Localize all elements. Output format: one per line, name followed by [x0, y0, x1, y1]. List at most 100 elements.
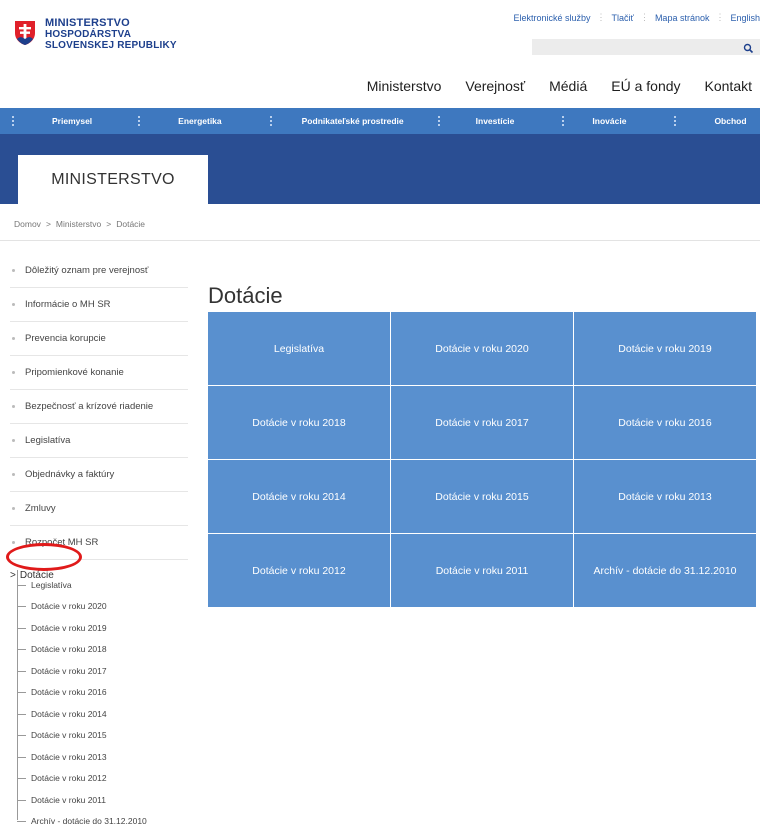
bullet-icon — [12, 405, 15, 408]
sidebar-item-prevencia[interactable]: Prevencia korupcie — [10, 322, 188, 356]
sidebar: Dôležitý oznam pre verejnosť Informácie … — [0, 254, 188, 590]
bullet-icon — [12, 507, 15, 510]
dots-separator-icon — [12, 116, 14, 126]
sidebar-item-oznam[interactable]: Dôležitý oznam pre verejnosť — [10, 254, 188, 288]
search-icon[interactable] — [743, 41, 754, 52]
nav-eu-fondy[interactable]: EÚ a fondy — [611, 78, 680, 94]
link-english[interactable]: English — [730, 13, 760, 23]
breadcrumb-current: Dotácie — [116, 219, 145, 229]
subtree-label: Dotácie v roku 2016 — [31, 687, 107, 697]
tile-2012[interactable]: Dotácie v roku 2012 — [208, 534, 390, 607]
bullet-icon — [12, 473, 15, 476]
subnav-item-inovacie[interactable]: Inovácie — [550, 108, 662, 134]
tree-branch — [17, 778, 26, 779]
sidebar-item-objednavky[interactable]: Objednávky a faktúry — [10, 458, 188, 492]
search-input[interactable] — [532, 41, 740, 57]
tree-branch — [17, 692, 26, 693]
subnav-item-podnikatelske[interactable]: Podnikateľské prostredie — [258, 108, 426, 134]
tile-2016[interactable]: Dotácie v roku 2016 — [574, 386, 756, 459]
tile-archiv[interactable]: Archív - dotácie do 31.12.2010 — [574, 534, 756, 607]
logo-line-1: MINISTERSTVO — [45, 18, 177, 29]
subnav-label: Obchod — [714, 116, 746, 126]
tree-branch — [17, 585, 26, 586]
tile-2013[interactable]: Dotácie v roku 2013 — [574, 460, 756, 533]
subtree-label: Dotácie v roku 2014 — [31, 709, 107, 719]
bullet-icon — [12, 439, 15, 442]
nav-verejnost[interactable]: Verejnosť — [465, 78, 525, 94]
sidebar-item-label: Prevencia korupcie — [25, 333, 106, 344]
subnav-label: Priemysel — [52, 116, 92, 126]
tile-2020[interactable]: Dotácie v roku 2020 — [391, 312, 573, 385]
subnav-item-obchod[interactable]: Obchod — [662, 108, 760, 134]
subtree-item-2015[interactable]: Dotácie v roku 2015 — [17, 725, 197, 747]
breadcrumb-ministerstvo[interactable]: Ministerstvo — [56, 219, 101, 229]
bullet-icon — [12, 269, 15, 272]
subtree-item-legislativa[interactable]: Legislatíva — [17, 574, 197, 596]
main-nav: Ministerstvo Verejnosť Médiá EÚ a fondy … — [343, 78, 752, 94]
tile-2018[interactable]: Dotácie v roku 2018 — [208, 386, 390, 459]
subtree-item-2014[interactable]: Dotácie v roku 2014 — [17, 703, 197, 725]
nav-ministerstvo[interactable]: Ministerstvo — [367, 78, 442, 94]
sidebar-item-legislativa[interactable]: Legislatíva — [10, 424, 188, 458]
subtree-item-2013[interactable]: Dotácie v roku 2013 — [17, 746, 197, 768]
sidebar-item-bezpecnost[interactable]: Bezpečnosť a krízové riadenie — [10, 390, 188, 424]
sidebar-item-informacie[interactable]: Informácie o MH SR — [10, 288, 188, 322]
bullet-icon — [12, 541, 15, 544]
sidebar-item-pripomienkove[interactable]: Pripomienkové konanie — [10, 356, 188, 390]
subtree-item-archiv[interactable]: Archív - dotácie do 31.12.2010 — [17, 811, 197, 832]
tile-2014[interactable]: Dotácie v roku 2014 — [208, 460, 390, 533]
subtree-item-2020[interactable]: Dotácie v roku 2020 — [17, 596, 197, 618]
breadcrumb-home[interactable]: Domov — [14, 219, 41, 229]
subnav-label: Energetika — [178, 116, 221, 126]
subtree-item-2018[interactable]: Dotácie v roku 2018 — [17, 639, 197, 661]
link-electronic-services[interactable]: Elektronické služby — [514, 13, 591, 23]
dots-separator-icon — [674, 116, 676, 126]
secondary-nav: Priemysel Energetika Podnikateľské prost… — [0, 108, 760, 134]
dots-separator-icon — [562, 116, 564, 126]
sidebar-item-label: Legislatíva — [25, 435, 70, 446]
subtree-item-2012[interactable]: Dotácie v roku 2012 — [17, 768, 197, 790]
subtree-item-2017[interactable]: Dotácie v roku 2017 — [17, 660, 197, 682]
sidebar-item-label: Objednávky a faktúry — [25, 469, 114, 480]
dots-separator-icon: ⋮ — [597, 12, 606, 23]
dots-separator-icon: ⋮ — [715, 12, 724, 23]
subnav-label: Inovácie — [592, 116, 626, 126]
tile-2015[interactable]: Dotácie v roku 2015 — [391, 460, 573, 533]
nav-media[interactable]: Médiá — [549, 78, 587, 94]
tile-2019[interactable]: Dotácie v roku 2019 — [574, 312, 756, 385]
breadcrumb: Domov > Ministerstvo > Dotácie — [14, 219, 145, 229]
site-logo[interactable]: MINISTERSTVO HOSPODÁRSTVA SLOVENSKEJ REP… — [14, 18, 177, 51]
link-sitemap[interactable]: Mapa stránok — [655, 13, 710, 23]
subtree-label: Archív - dotácie do 31.12.2010 — [31, 816, 147, 826]
logo-line-2: HOSPODÁRSTVA — [45, 29, 177, 40]
subnav-item-priemysel[interactable]: Priemysel — [0, 108, 126, 134]
bullet-icon — [12, 371, 15, 374]
subtree-item-2016[interactable]: Dotácie v roku 2016 — [17, 682, 197, 704]
sidebar-subtree: Legislatíva Dotácie v roku 2020 Dotácie … — [17, 574, 197, 832]
tree-branch — [17, 800, 26, 801]
tree-branch — [17, 757, 26, 758]
sidebar-item-label: Zmluvy — [25, 503, 56, 514]
subnav-label: Podnikateľské prostredie — [302, 116, 404, 126]
subtree-item-2011[interactable]: Dotácie v roku 2011 — [17, 789, 197, 811]
subtree-item-2019[interactable]: Dotácie v roku 2019 — [17, 617, 197, 639]
divider — [0, 240, 760, 241]
bullet-icon — [12, 337, 15, 340]
tile-2011[interactable]: Dotácie v roku 2011 — [391, 534, 573, 607]
subnav-item-energetika[interactable]: Energetika — [126, 108, 257, 134]
subtree-label: Dotácie v roku 2020 — [31, 601, 107, 611]
breadcrumb-separator: > — [106, 219, 111, 229]
tile-legislativa[interactable]: Legislatíva — [208, 312, 390, 385]
page-title: Dotácie — [208, 283, 283, 309]
nav-kontakt[interactable]: Kontakt — [705, 78, 752, 94]
link-print[interactable]: Tlačiť — [612, 13, 634, 23]
dots-separator-icon — [138, 116, 140, 126]
sidebar-item-label: Bezpečnosť a krízové riadenie — [25, 401, 153, 412]
subnav-item-investicie[interactable]: Investície — [426, 108, 551, 134]
tile-2017[interactable]: Dotácie v roku 2017 — [391, 386, 573, 459]
breadcrumb-separator: > — [46, 219, 51, 229]
dots-separator-icon: ⋮ — [640, 12, 649, 23]
logo-line-3: SLOVENSKEJ REPUBLIKY — [45, 40, 177, 51]
sidebar-item-zmluvy[interactable]: Zmluvy — [10, 492, 188, 526]
search-box — [532, 39, 760, 55]
